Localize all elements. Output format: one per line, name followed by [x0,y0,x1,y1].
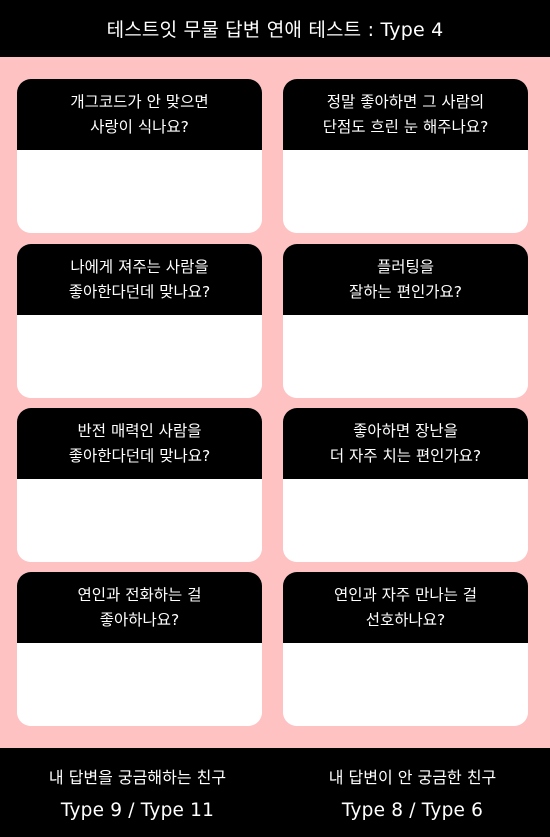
answer-area [17,315,262,398]
question-card-7: 연인과 전화하는 걸 좋아하나요? [17,572,262,726]
answer-area [283,479,528,562]
question-card-8: 연인과 자주 만나는 걸 선호하나요? [283,572,528,726]
answer-area [283,643,528,726]
answer-area [283,150,528,233]
answer-area [17,150,262,233]
question-card-4: 플러팅을 잘하는 편인가요? [283,244,528,398]
question-grid: 개그코드가 안 맞으면 사랑이 식나요? 정말 좋아하면 그 사람의 단점도 흐… [0,57,550,748]
curious-friends-section: 내 답변을 궁금해하는 친구 Type 9 / Type 11 [0,748,275,837]
header-bar: 테스트잇 무물 답변 연애 테스트 : Type 4 [0,0,550,57]
not-curious-friends-label: 내 답변이 안 궁금한 친구 [328,768,497,787]
not-curious-friends-section: 내 답변이 안 궁금한 친구 Type 8 / Type 6 [275,748,550,837]
question-card-5: 반전 매력인 사람을 좋아한다던데 맞나요? [17,408,262,562]
question-text: 반전 매력인 사람을 좋아한다던데 맞나요? [17,408,262,479]
question-text: 연인과 전화하는 걸 좋아하나요? [17,572,262,643]
answer-area [17,479,262,562]
answer-area [17,643,262,726]
question-card-3: 나에게 져주는 사람을 좋아한다던데 맞나요? [17,244,262,398]
curious-friends-label: 내 답변을 궁금해하는 친구 [48,768,227,787]
not-curious-friends-types: Type 8 / Type 6 [341,800,484,821]
question-text: 좋아하면 장난을 더 자주 치는 편인가요? [283,408,528,479]
question-text: 정말 좋아하면 그 사람의 단점도 흐린 눈 해주나요? [283,79,528,150]
question-card-2: 정말 좋아하면 그 사람의 단점도 흐린 눈 해주나요? [283,79,528,233]
question-text: 개그코드가 안 맞으면 사랑이 식나요? [17,79,262,150]
question-text: 플러팅을 잘하는 편인가요? [283,244,528,315]
page-title: 테스트잇 무물 답변 연애 테스트 : Type 4 [106,19,444,41]
answer-area [283,315,528,398]
question-text: 나에게 져주는 사람을 좋아한다던데 맞나요? [17,244,262,315]
curious-friends-types: Type 9 / Type 11 [60,800,215,821]
question-card-1: 개그코드가 안 맞으면 사랑이 식나요? [17,79,262,233]
question-text: 연인과 자주 만나는 걸 선호하나요? [283,572,528,643]
footer-bar: 내 답변을 궁금해하는 친구 Type 9 / Type 11 내 답변이 안 … [0,748,550,837]
question-card-6: 좋아하면 장난을 더 자주 치는 편인가요? [283,408,528,562]
